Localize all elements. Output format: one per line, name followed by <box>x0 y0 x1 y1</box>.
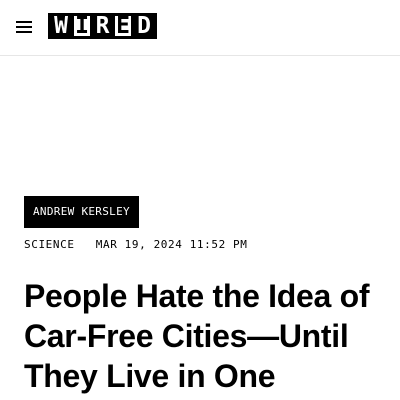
article-meta: SCIENCE MAR 19, 2024 11:52 PM <box>24 238 247 251</box>
section-link[interactable]: SCIENCE <box>24 238 75 251</box>
logo-letter-d: D <box>131 13 157 39</box>
article-headline: People Hate the Idea of Car-Free Cities—… <box>24 278 370 394</box>
publish-date: MAR 19, 2024 11:52 PM <box>95 238 248 251</box>
menu-line <box>16 21 32 23</box>
logo-letter-r: R <box>90 13 115 39</box>
wired-logo[interactable]: W I R E D <box>48 13 157 39</box>
hamburger-menu-icon[interactable] <box>16 20 32 34</box>
logo-letter-w: W <box>48 13 74 39</box>
menu-line <box>16 26 32 28</box>
logo-letter-i: I <box>74 13 90 39</box>
site-header: W I R E D <box>0 0 400 56</box>
menu-line <box>16 31 32 33</box>
logo-letter-e: E <box>115 13 131 39</box>
author-byline-link[interactable]: ANDREW KERSLEY <box>24 196 139 228</box>
